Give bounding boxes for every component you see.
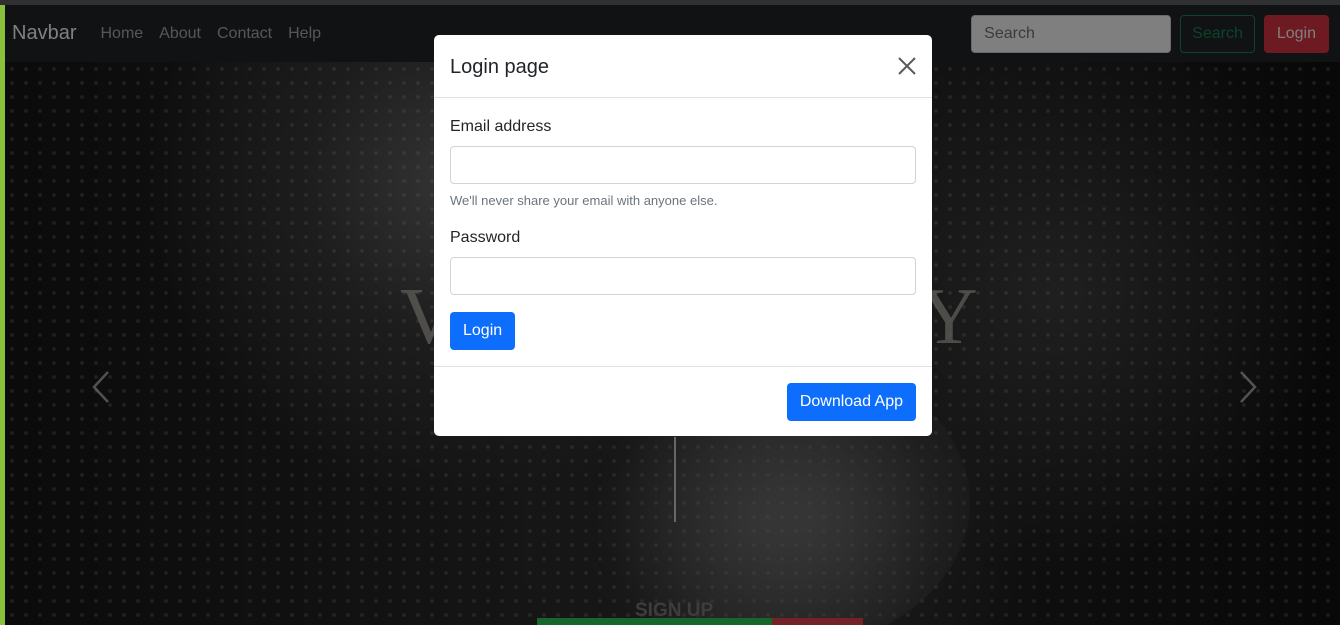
left-accent-bar [0, 5, 5, 625]
password-label: Password [450, 229, 521, 246]
modal-footer: Download App [434, 367, 932, 437]
modal-login-button[interactable]: Login [450, 312, 516, 350]
email-label: Email address [450, 118, 552, 135]
email-help-text: We'll never share your email with anyone… [450, 193, 718, 208]
modal-title: Login page [450, 56, 549, 78]
download-app-button[interactable]: Download App [786, 383, 916, 421]
modal-body: Email address We'll never share your ema… [434, 98, 932, 367]
login-modal: Login page Email address We'll never sha… [434, 35, 932, 436]
close-icon[interactable] [896, 55, 918, 77]
password-field[interactable] [450, 257, 916, 295]
modal-header: Login page [434, 35, 932, 98]
email-field[interactable] [450, 146, 916, 184]
